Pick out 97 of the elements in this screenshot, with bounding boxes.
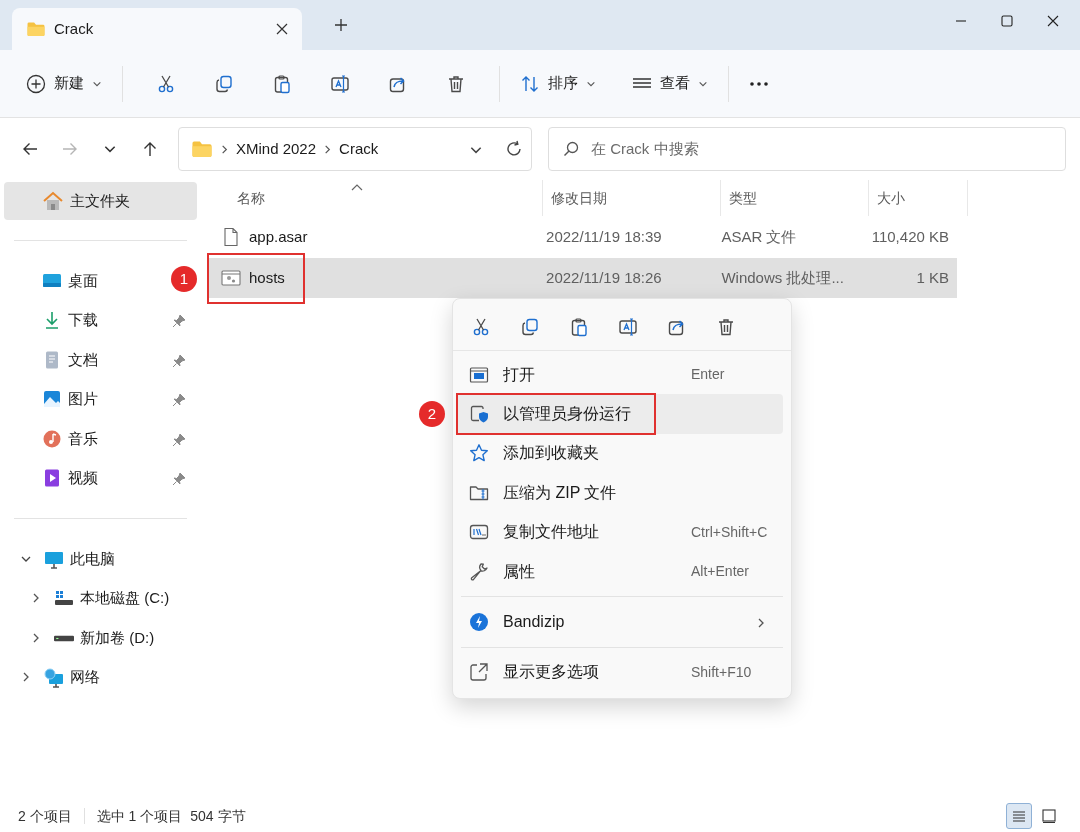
shortcut-label: Shift+F10 [691,662,753,682]
column-header[interactable]: 大小 [869,180,968,216]
tree-item[interactable]: 本地磁盘 (C:) [4,578,197,618]
file-row[interactable]: app.asar 2022/11/19 18:39 ASAR 文件 110,420 KB [207,217,957,257]
pin-icon [172,472,186,487]
maximize-icon [1001,15,1013,27]
script-file-icon [221,268,241,288]
close-icon [276,23,288,35]
folder-icon [26,21,46,37]
step-badge: 2 [419,401,445,428]
file-type: ASAR 文件 [721,227,797,245]
tree-item[interactable]: 新加卷 (D:) [4,618,197,658]
breadcrumb[interactable]: Crack [339,137,379,161]
shield-window-icon [469,404,489,425]
file-type: Windows 批处理... [721,268,844,286]
menu-item[interactable]: Bandizip [457,602,783,642]
preview-view-icon [1041,808,1057,824]
home-icon [42,190,64,212]
pin-icon [172,432,186,447]
pin-icon [172,314,186,329]
refresh-icon [505,140,523,158]
open-external-icon [469,662,489,683]
column-header[interactable]: 名称 [207,180,543,216]
column-header[interactable]: 类型 [721,180,869,216]
view-button[interactable]: 查看 [626,63,714,104]
tree-item[interactable]: 网络 [4,657,197,697]
breadcrumb[interactable]: XMind 2022 [236,137,317,161]
shortcut-label: Alt+Enter [691,562,750,582]
window-tab[interactable]: Crack [12,8,302,50]
item-count: 2 个项目 [18,806,72,826]
step-badge: 1 [171,266,197,292]
menu-item[interactable]: 压缩为 ZIP 文件 [457,473,783,513]
star-icon [469,443,489,464]
search-icon [563,141,579,157]
rename-icon [330,73,350,94]
trash-icon [446,73,466,94]
view-toggle[interactable] [1006,803,1032,829]
trash-icon [716,316,736,337]
column-header[interactable]: 修改日期 [543,180,721,216]
clipboard-icon [272,73,292,94]
pin-icon [172,353,186,368]
plus-circle-icon [26,73,46,94]
more-icon [749,80,769,87]
plus-icon [334,18,348,32]
network-icon [44,668,64,689]
menu-item[interactable]: 以管理员身份运行 [457,394,783,434]
chevron-right-icon [219,143,230,155]
menu-item[interactable]: 属性 Alt+Enter [457,551,783,592]
sidebar-item[interactable]: 音乐 [4,419,194,459]
clipboard-icon [569,316,589,337]
picture-icon [42,389,62,410]
sidebar-item[interactable]: 下载 [4,300,194,340]
sort-up-icon [351,183,363,192]
copy-icon [520,316,540,337]
cut-icon [471,316,491,337]
cut-icon [156,73,176,94]
window-icon [469,364,489,385]
tab-title: Crack [54,18,95,39]
search-box[interactable]: 在 Crack 中搜索 [548,127,1066,171]
tree-item[interactable]: 此电脑 [4,539,197,579]
search-field[interactable]: 在 Crack 中搜索 [589,136,1051,162]
file-size: 1 KB [916,268,949,286]
copy-icon [214,73,234,94]
sidebar-item[interactable]: 文档 [4,340,194,380]
sidebar-item[interactable]: 主文件夹 [4,182,197,220]
menu-item[interactable]: 复制文件地址 Ctrl+Shift+C [457,512,783,552]
wrench-icon [469,561,489,582]
rename-icon [618,316,638,337]
details-view-icon [1011,808,1027,824]
selection-count: 选中 1 个项目 [96,806,183,826]
selection-size: 504 字节 [190,806,246,826]
file-name: hosts [249,267,285,288]
sidebar-item[interactable]: 图片 [4,379,194,419]
pin-icon [172,393,186,408]
modified-date: 2022/11/19 18:26 [546,268,662,286]
modified-date: 2022/11/19 18:39 [546,227,662,245]
menu-item[interactable]: 添加到收藏夹 [457,433,783,474]
close-icon [1047,15,1059,27]
lightning-icon [469,612,489,633]
shortcut-label: Ctrl+Shift+C [691,522,769,542]
file-row[interactable]: hosts 2022/11/19 18:26 Windows 批处理... 1 KB [207,258,957,298]
file-icon [221,227,241,247]
new-button[interactable]: 新建 [20,63,108,104]
shortcut-label: Enter [691,365,726,385]
sidebar-item[interactable]: 桌面 [4,261,166,301]
menu-item[interactable]: 打开 Enter [457,355,783,395]
sidebar-item[interactable]: 视频 [4,458,194,498]
file-name: app.asar [249,226,308,247]
menu-item[interactable]: 显示更多选项 Shift+F10 [457,652,783,693]
monitor-icon [44,549,64,570]
address-bar[interactable]: XMind 2022 Crack [178,127,532,171]
video-icon [42,468,62,489]
music-icon [42,428,62,449]
drive-icon [54,635,74,643]
folder-icon [191,140,213,158]
sort-button[interactable]: 排序 [514,63,602,104]
file-size: 110,420 KB [871,227,949,245]
